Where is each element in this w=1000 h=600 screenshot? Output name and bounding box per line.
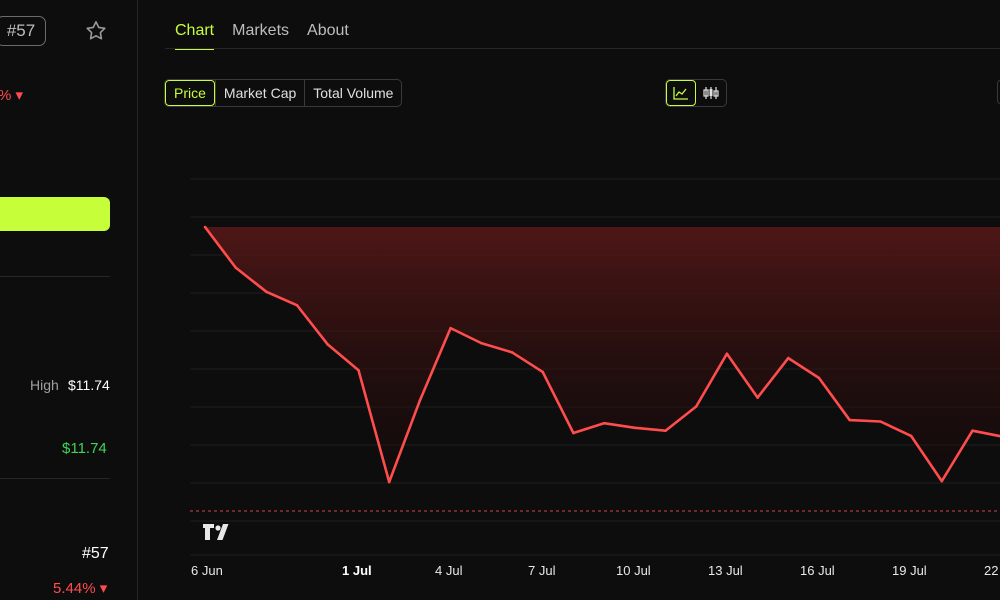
x-tick-label: 6 Jun	[191, 563, 223, 578]
star-icon[interactable]	[84, 19, 108, 43]
candlestick-icon	[703, 87, 719, 99]
price-area-fill	[205, 227, 1000, 482]
data-point[interactable]	[326, 343, 330, 346]
tab-markets[interactable]: Markets	[232, 22, 289, 50]
data-point[interactable]	[541, 370, 544, 374]
coin-summary-panel: #57 % ▾ High $11.74 $11.74 #57 5.44% ▾	[0, 0, 138, 600]
chart-area	[203, 226, 1000, 484]
data-point[interactable]	[265, 290, 268, 294]
coin-page: #57 % ▾ High $11.74 $11.74 #57 5.44% ▾ C…	[0, 0, 1000, 600]
price-value: $11.74	[62, 440, 107, 457]
total-volume-button[interactable]: Total Volume	[304, 80, 401, 106]
x-tick-label: 10 Jul	[616, 563, 651, 578]
tab-chart[interactable]: Chart	[175, 22, 215, 50]
data-point[interactable]	[848, 418, 851, 422]
x-tick-label: 13 Jul	[708, 563, 743, 578]
data-point[interactable]	[909, 434, 913, 438]
x-tick-label: 16 Jul	[800, 563, 835, 578]
data-point[interactable]	[940, 479, 944, 483]
line-view-button[interactable]	[666, 80, 696, 106]
price-change-percent: % ▾	[0, 87, 24, 104]
data-point[interactable]	[295, 304, 299, 307]
tradingview-logo	[203, 524, 229, 540]
x-tick-label: 19 Jul	[892, 563, 927, 578]
data-point[interactable]	[234, 266, 237, 269]
data-point[interactable]	[725, 352, 729, 356]
data-point[interactable]	[756, 396, 759, 399]
high-label: High	[30, 377, 59, 393]
data-point[interactable]	[633, 426, 637, 430]
high-value: $11.74	[68, 377, 110, 393]
data-point[interactable]	[971, 429, 974, 433]
data-point[interactable]	[510, 351, 514, 354]
chart-view-toggle	[665, 79, 727, 107]
data-point[interactable]	[602, 421, 606, 425]
data-point[interactable]	[817, 376, 821, 380]
tab-divider	[165, 48, 1000, 49]
data-point[interactable]	[387, 480, 391, 484]
data-point[interactable]	[203, 225, 207, 229]
data-point[interactable]	[449, 326, 452, 330]
x-axis: 6 Jun 1 Jul 4 Jul 7 Jul 10 Jul 13 Jul 16 Jul 19…	[191, 563, 998, 578]
data-point[interactable]	[418, 399, 422, 402]
price-button[interactable]: Price	[165, 80, 215, 106]
tab-bar: Chart Markets About	[175, 22, 349, 50]
data-point[interactable]	[572, 431, 575, 435]
line-chart-icon	[673, 87, 688, 100]
metric-selector: Price Market Cap Total Volume	[164, 79, 403, 107]
market-cap-button[interactable]: Market Cap	[214, 80, 304, 106]
x-tick-label: 22	[984, 563, 998, 578]
change-percent: 5.44% ▾	[53, 580, 108, 597]
divider	[0, 478, 110, 479]
data-point[interactable]	[480, 341, 483, 345]
candlestick-view-button[interactable]	[696, 80, 726, 106]
divider	[0, 276, 110, 277]
market-cap-rank: #57	[82, 545, 109, 562]
data-point[interactable]	[879, 420, 882, 423]
rank-badge: #57	[0, 16, 46, 46]
x-tick-label: 4 Jul	[435, 563, 463, 578]
price-chart: 6 Jun 1 Jul 4 Jul 7 Jul 10 Jul 13 Jul 16 Jul 19…	[190, 178, 1000, 578]
data-point[interactable]	[787, 356, 790, 360]
x-tick-label: 1 Jul	[342, 563, 372, 578]
primary-action-button[interactable]	[0, 197, 110, 231]
data-point[interactable]	[664, 429, 667, 433]
data-point[interactable]	[357, 368, 360, 372]
x-tick-label: 7 Jul	[528, 563, 556, 578]
tab-about[interactable]: About	[307, 22, 349, 50]
data-point[interactable]	[694, 405, 698, 408]
